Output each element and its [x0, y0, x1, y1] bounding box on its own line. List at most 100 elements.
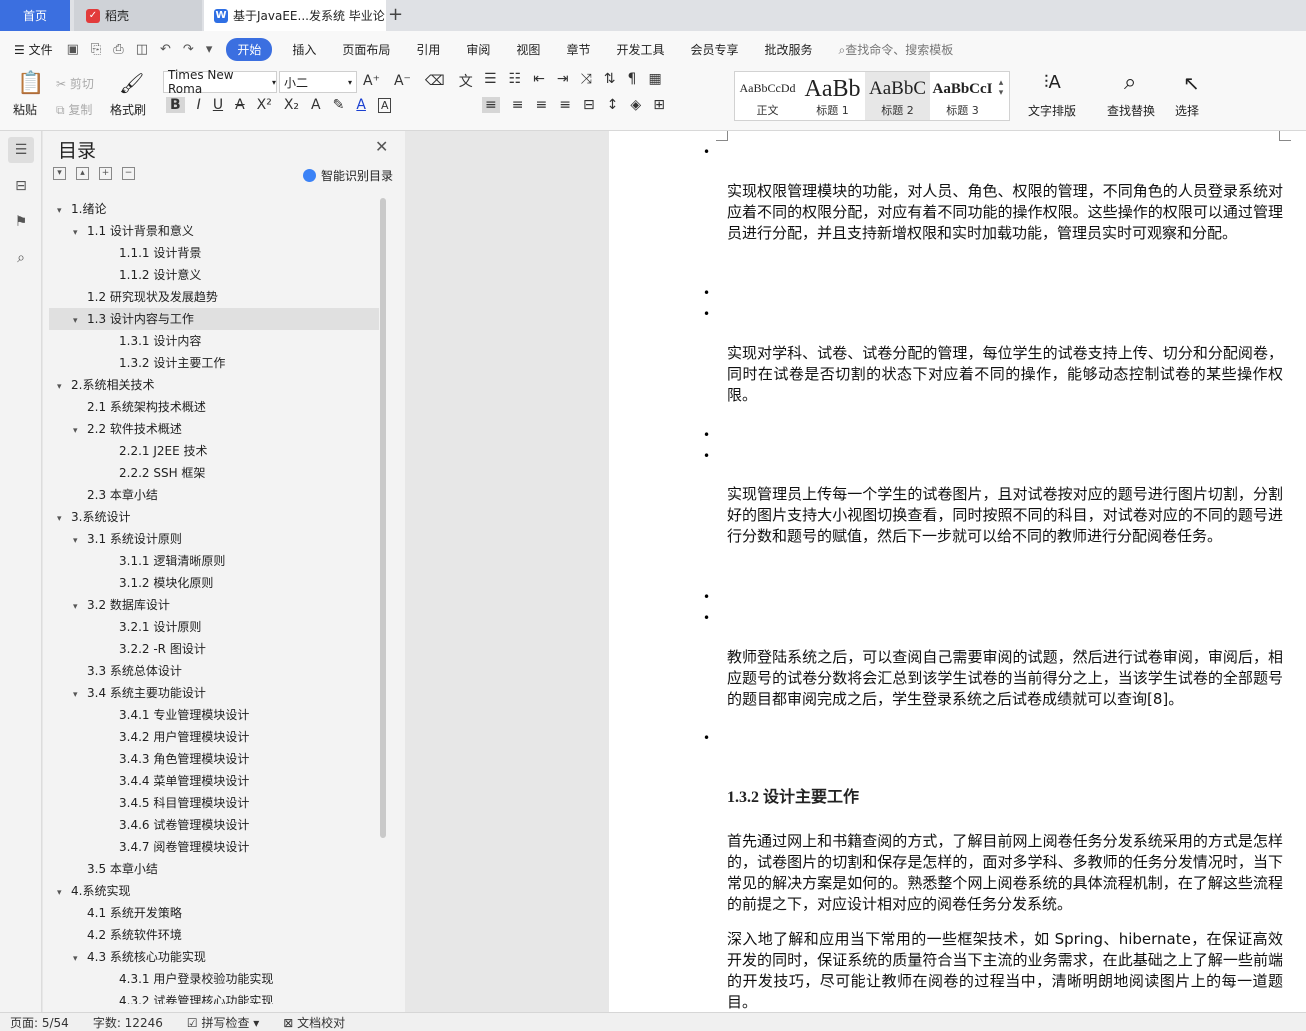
word-count[interactable]: 字数: 12246: [93, 1014, 163, 1031]
subscript-icon[interactable]: X₂: [284, 97, 299, 113]
shrink-font-icon[interactable]: A⁻: [394, 73, 411, 89]
chevron-down-icon[interactable]: ▾: [73, 684, 87, 706]
collapse-up-icon[interactable]: ▴: [76, 167, 89, 180]
toc-item[interactable]: ▾ 1.绪论: [49, 198, 379, 220]
clear-format-icon[interactable]: ⌫: [425, 73, 445, 89]
file-menu[interactable]: ☰ 文件: [14, 41, 53, 58]
toc-item[interactable]: 3.4.5 科目管理模块设计: [49, 792, 379, 814]
line-spacing-icon[interactable]: ↕: [607, 97, 619, 113]
toc-item[interactable]: ▾ 3.4 系统主要功能设计: [49, 682, 379, 704]
toc-item[interactable]: 2.2.2 SSH 框架: [49, 462, 379, 484]
strikethrough-icon[interactable]: A: [235, 97, 245, 113]
find-replace-icon[interactable]: ⌕: [1124, 70, 1136, 95]
print-preview-icon[interactable]: ◫: [136, 42, 148, 57]
decrease-indent-icon[interactable]: ⇤: [533, 71, 545, 87]
undo-icon[interactable]: ↶: [160, 42, 171, 57]
document-page[interactable]: • 实现权限管理模块的功能，对人员、角色、权限的管理，不同角色的人员登录系统对应…: [609, 131, 1306, 1012]
font-name-select[interactable]: Times New Roma ▾: [163, 68, 277, 96]
toc-item[interactable]: 2.1 系统架构技术概述: [49, 396, 379, 418]
tab-daoke[interactable]: ✓ 稻壳: [74, 0, 202, 31]
format-painter-button[interactable]: 格式刷: [110, 101, 146, 118]
chinese-layout-icon[interactable]: ⤨: [581, 71, 592, 87]
page-indicator[interactable]: 页面: 5/54: [10, 1014, 69, 1031]
toc-item[interactable]: 3.5 本章小结: [49, 858, 379, 880]
tab-document[interactable]: W 基于JavaEE...发系统 毕业论: [204, 0, 386, 31]
toc-item[interactable]: ▾ 2.系统相关技术: [49, 374, 379, 396]
toc-item[interactable]: 1.3.1 设计内容: [49, 330, 379, 352]
phonetic-icon[interactable]: 文: [459, 71, 473, 91]
toc-item[interactable]: ▾ 1.1 设计背景和意义: [49, 220, 379, 242]
chevron-down-icon[interactable]: ▾: [73, 530, 87, 552]
sort-icon[interactable]: ⇅: [604, 71, 616, 87]
align-left-icon[interactable]: ≡: [482, 97, 500, 113]
chevron-down-icon[interactable]: ▾: [57, 882, 71, 904]
show-marks-icon[interactable]: ¶: [628, 71, 637, 87]
toc-item[interactable]: ▾ 4.3 系统核心功能实现: [49, 946, 379, 968]
style-scroll-icon[interactable]: ▴ ▾: [995, 72, 1007, 120]
select-cursor-icon[interactable]: ↖: [1183, 71, 1200, 95]
search-icon[interactable]: ⌕: [8, 245, 34, 271]
toc-item[interactable]: 2.2.1 J2EE 技术: [49, 440, 379, 462]
toc-item[interactable]: ▾ 1.3 设计内容与工作: [49, 308, 379, 330]
toc-item[interactable]: 3.3 系统总体设计: [49, 660, 379, 682]
style-heading-2[interactable]: AaBbC 标题 2: [865, 72, 930, 120]
toc-item[interactable]: 1.1.1 设计背景: [49, 242, 379, 264]
table-icon[interactable]: ▦: [648, 71, 661, 87]
toc-item[interactable]: ▾ 3.2 数据库设计: [49, 594, 379, 616]
select-button[interactable]: 选择: [1175, 102, 1199, 119]
tab-chapter[interactable]: 章节: [566, 41, 590, 58]
copy-button[interactable]: ⧉ 复制: [56, 101, 92, 118]
increase-indent-icon[interactable]: ⇥: [557, 71, 569, 87]
proofread-button[interactable]: ⊠ 文档校对: [283, 1014, 345, 1031]
toc-item[interactable]: 3.1.2 模块化原则: [49, 572, 379, 594]
chevron-down-icon[interactable]: ▾: [73, 420, 87, 442]
text-effect-icon[interactable]: A: [311, 97, 321, 113]
toc-item[interactable]: 3.4.2 用户管理模块设计: [49, 726, 379, 748]
bullet-list-icon[interactable]: ☰: [484, 71, 497, 87]
toc-item[interactable]: 3.4.3 角色管理模块设计: [49, 748, 379, 770]
cut-button[interactable]: ✂ 剪切: [56, 75, 94, 92]
toc-item[interactable]: ▾ 3.系统设计: [49, 506, 379, 528]
toc-item[interactable]: 3.2.1 设计原则: [49, 616, 379, 638]
underline-icon[interactable]: U: [213, 97, 223, 113]
shading-icon[interactable]: ◈: [630, 97, 641, 113]
print-icon[interactable]: ⎙: [113, 42, 123, 57]
find-replace-button[interactable]: 查找替换: [1107, 102, 1155, 119]
superscript-icon[interactable]: X²: [257, 97, 272, 113]
tab-view[interactable]: 视图: [516, 41, 540, 58]
toc-item[interactable]: 3.2.2 -R 图设计: [49, 638, 379, 660]
tab-page-layout[interactable]: 页面布局: [342, 41, 390, 58]
paste-button[interactable]: 粘贴: [13, 101, 37, 118]
style-heading-1[interactable]: AaBb 标题 1: [800, 72, 865, 120]
tab-home[interactable]: 首页: [0, 0, 70, 31]
toc-item[interactable]: ▾ 4.系统实现: [49, 880, 379, 902]
format-painter-icon[interactable]: 🖌: [119, 71, 144, 95]
toc-item[interactable]: 1.2 研究现状及发展趋势: [49, 286, 379, 308]
tab-developer[interactable]: 开发工具: [616, 41, 664, 58]
align-center-icon[interactable]: ≡: [512, 97, 524, 113]
export-pdf-icon[interactable]: ⎘: [91, 42, 101, 57]
toc-item[interactable]: 2.3 本章小结: [49, 484, 379, 506]
text-layout-icon[interactable]: ⫶A: [1044, 72, 1061, 93]
command-search[interactable]: ⌕查找命令、搜索模板: [839, 41, 954, 58]
toc-item[interactable]: ▾ 2.2 软件技术概述: [49, 418, 379, 440]
tab-insert[interactable]: 插入: [292, 41, 316, 58]
text-layout-button[interactable]: 文字排版: [1028, 102, 1076, 119]
toc-item[interactable]: 3.1.1 逻辑清晰原则: [49, 550, 379, 572]
align-right-icon[interactable]: ≡: [535, 97, 547, 113]
toc-item[interactable]: 4.3.1 用户登录校验功能实现: [49, 968, 379, 990]
chevron-down-icon[interactable]: ▾: [57, 376, 71, 398]
chevron-down-icon[interactable]: ▾: [73, 596, 87, 618]
add-heading-icon[interactable]: +: [99, 167, 112, 180]
bold-icon[interactable]: B: [166, 97, 185, 113]
toc-item[interactable]: 4.1 系统开发策略: [49, 902, 379, 924]
chevron-down-icon[interactable]: ▾: [57, 200, 71, 222]
distribute-icon[interactable]: ⊟: [583, 97, 595, 113]
paste-clipboard-icon[interactable]: 📋: [17, 71, 44, 96]
close-icon[interactable]: ✕: [375, 137, 388, 156]
tab-grading[interactable]: 批改服务: [764, 41, 812, 58]
style-heading-3[interactable]: AaBbCcI 标题 3: [930, 72, 995, 120]
toc-scrollbar[interactable]: [380, 198, 386, 838]
borders-icon[interactable]: ⊞: [653, 97, 665, 113]
tab-member[interactable]: 会员专享: [690, 41, 738, 58]
